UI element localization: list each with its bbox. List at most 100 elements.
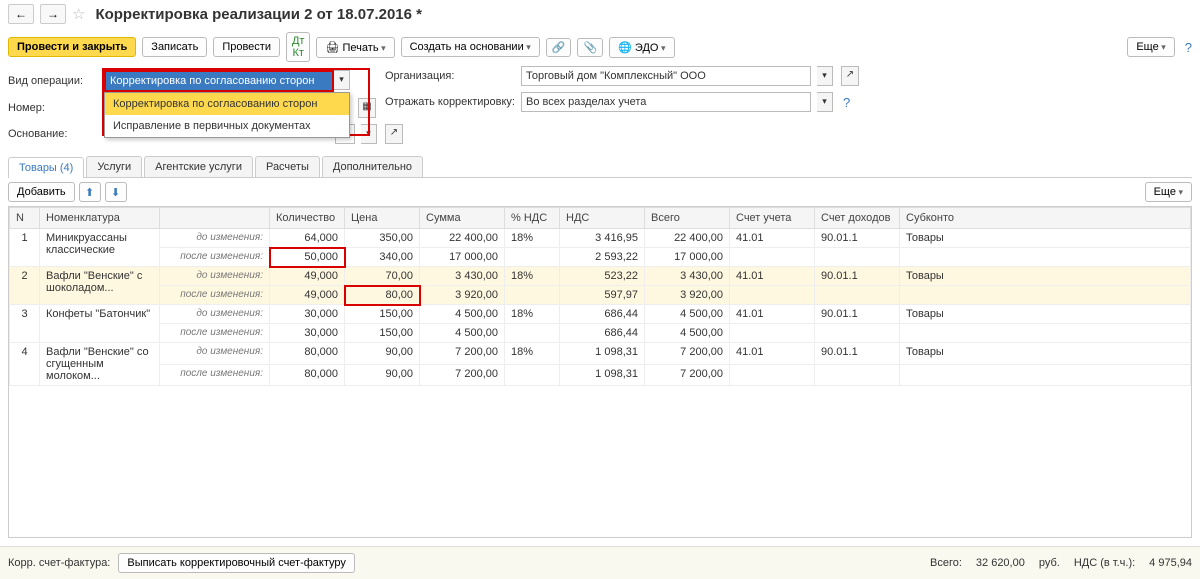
col-sum[interactable]: Сумма: [420, 208, 505, 229]
create-based-button[interactable]: Создать на основании: [401, 37, 540, 57]
col-vat[interactable]: НДС: [560, 208, 645, 229]
grid-more-button[interactable]: Еще: [1145, 182, 1192, 202]
table-row[interactable]: 4Вафли "Венские" со сгущенным молоком...…: [10, 343, 1191, 365]
dtkt-icon[interactable]: ДтКт: [286, 32, 311, 62]
op-option-agreement[interactable]: Корректировка по согласованию сторон: [105, 93, 349, 115]
sub-after: [900, 364, 1191, 386]
price-after[interactable]: 150,00: [345, 324, 420, 343]
total-before: 22 400,00: [645, 229, 730, 248]
globe-icon: 🌐: [618, 42, 632, 54]
write-button[interactable]: Записать: [142, 37, 207, 57]
col-total[interactable]: Всего: [645, 208, 730, 229]
refl-dd-button[interactable]: ▾: [817, 92, 833, 112]
inc-after: [815, 324, 900, 343]
base-label: Основание:: [8, 128, 98, 140]
table-row[interactable]: 2Вафли "Венские" с шоколадом...до измене…: [10, 267, 1191, 286]
org-open-button[interactable]: ↗: [841, 66, 859, 86]
move-up-button[interactable]: ⬆: [79, 182, 101, 202]
row-n: 1: [10, 229, 40, 267]
attach-icon[interactable]: 📎: [577, 38, 603, 57]
acc-after: [730, 248, 815, 267]
sub-after: [900, 248, 1191, 267]
favorite-icon[interactable]: ☆: [72, 5, 85, 23]
base-dd-button[interactable]: ▾: [361, 124, 377, 144]
issue-corr-invoice-button[interactable]: Выписать корректировочный счет-фактуру: [118, 553, 355, 573]
table-row[interactable]: после изменения:80,00090,007 200,001 098…: [10, 364, 1191, 386]
col-acc[interactable]: Счет учета: [730, 208, 815, 229]
row-name: Вафли "Венские" со сгущенным молоком...: [40, 343, 160, 386]
tab-goods[interactable]: Товары (4): [8, 157, 84, 178]
after-label: после изменения:: [160, 324, 270, 343]
col-inc[interactable]: Счет доходов: [815, 208, 900, 229]
col-qty[interactable]: Количество: [270, 208, 345, 229]
qty-after[interactable]: 80,000: [270, 364, 345, 386]
row-name: Миникруассаны классические: [40, 229, 160, 267]
proceed-button[interactable]: Провести: [213, 37, 280, 57]
acc-before: 41.01: [730, 305, 815, 324]
before-label: до изменения:: [160, 229, 270, 248]
col-vatp[interactable]: % НДС: [505, 208, 560, 229]
vatp-after: [505, 248, 560, 267]
price-after[interactable]: 340,00: [345, 248, 420, 267]
tab-extra[interactable]: Дополнительно: [322, 156, 423, 177]
nav-forward-button[interactable]: →: [40, 4, 66, 24]
qty-before: 80,000: [270, 343, 345, 365]
op-type-select[interactable]: Корректировка по согласованию сторон: [104, 70, 334, 92]
col-sub[interactable]: Субконто: [900, 208, 1191, 229]
qty-after[interactable]: 50,000: [270, 248, 345, 267]
help-icon[interactable]: ?: [1185, 40, 1192, 55]
print-button[interactable]: 🖨 Печать: [316, 37, 394, 58]
after-label: после изменения:: [160, 286, 270, 305]
row-n: 2: [10, 267, 40, 305]
sum-after: 3 920,00: [420, 286, 505, 305]
table-row[interactable]: после изменения:30,000150,004 500,00686,…: [10, 324, 1191, 343]
sub-before: Товары: [900, 267, 1191, 286]
total-after: 7 200,00: [645, 364, 730, 386]
sub-before: Товары: [900, 343, 1191, 365]
tab-services[interactable]: Услуги: [86, 156, 142, 177]
before-label: до изменения:: [160, 343, 270, 365]
vat-after: 597,97: [560, 286, 645, 305]
proceed-close-button[interactable]: Провести и закрыть: [8, 37, 136, 57]
price-after[interactable]: 90,00: [345, 364, 420, 386]
table-row[interactable]: после изменения:50,000340,0017 000,002 5…: [10, 248, 1191, 267]
tab-agent[interactable]: Агентские услуги: [144, 156, 253, 177]
vatp-before: 18%: [505, 229, 560, 248]
vat-after: 686,44: [560, 324, 645, 343]
link-icon[interactable]: 🔗: [546, 38, 572, 57]
edo-button[interactable]: 🌐 ЭДО: [609, 37, 674, 58]
org-dd-button[interactable]: ▾: [817, 66, 833, 86]
table-row[interactable]: после изменения:49,00080,003 920,00 597,9…: [10, 286, 1191, 305]
nav-back-button[interactable]: ←: [8, 4, 34, 24]
sub-before: Товары: [900, 229, 1191, 248]
col-price[interactable]: Цена: [345, 208, 420, 229]
table-row[interactable]: 1Миникруассаны классическиедо изменения:…: [10, 229, 1191, 248]
inc-before: 90.01.1: [815, 267, 900, 286]
col-n[interactable]: N: [10, 208, 40, 229]
price-after[interactable]: 80,00: [345, 286, 420, 305]
table-row[interactable]: 3Конфеты "Батончик"до изменения:30,00015…: [10, 305, 1191, 324]
vatp-after: [505, 286, 560, 305]
org-select[interactable]: Торговый дом "Комплексный" ООО: [521, 66, 811, 86]
qty-after[interactable]: 49,000: [270, 286, 345, 305]
qty-after[interactable]: 30,000: [270, 324, 345, 343]
more-button[interactable]: Еще: [1127, 37, 1174, 57]
price-before: 150,00: [345, 305, 420, 324]
move-down-button[interactable]: ⬇: [105, 182, 127, 202]
acc-after: [730, 324, 815, 343]
number-ext-button[interactable]: ▦: [358, 98, 376, 118]
tab-calc[interactable]: Расчеты: [255, 156, 320, 177]
sum-before: 3 430,00: [420, 267, 505, 286]
op-option-primary[interactable]: Исправление в первичных документах: [105, 115, 349, 137]
sub-before: Товары: [900, 305, 1191, 324]
base-open-button[interactable]: ↗: [385, 124, 403, 144]
col-item[interactable]: Номенклатура: [40, 208, 160, 229]
page-title: Корректировка реализации 2 от 18.07.2016…: [95, 6, 422, 23]
refl-select[interactable]: Во всех разделах учета: [521, 92, 811, 112]
add-button[interactable]: Добавить: [8, 182, 75, 202]
refl-help-icon[interactable]: ?: [843, 95, 850, 110]
inc-before: 90.01.1: [815, 343, 900, 365]
after-label: после изменения:: [160, 364, 270, 386]
op-type-dropdown-button[interactable]: ▾: [334, 70, 350, 90]
total-before: 7 200,00: [645, 343, 730, 365]
